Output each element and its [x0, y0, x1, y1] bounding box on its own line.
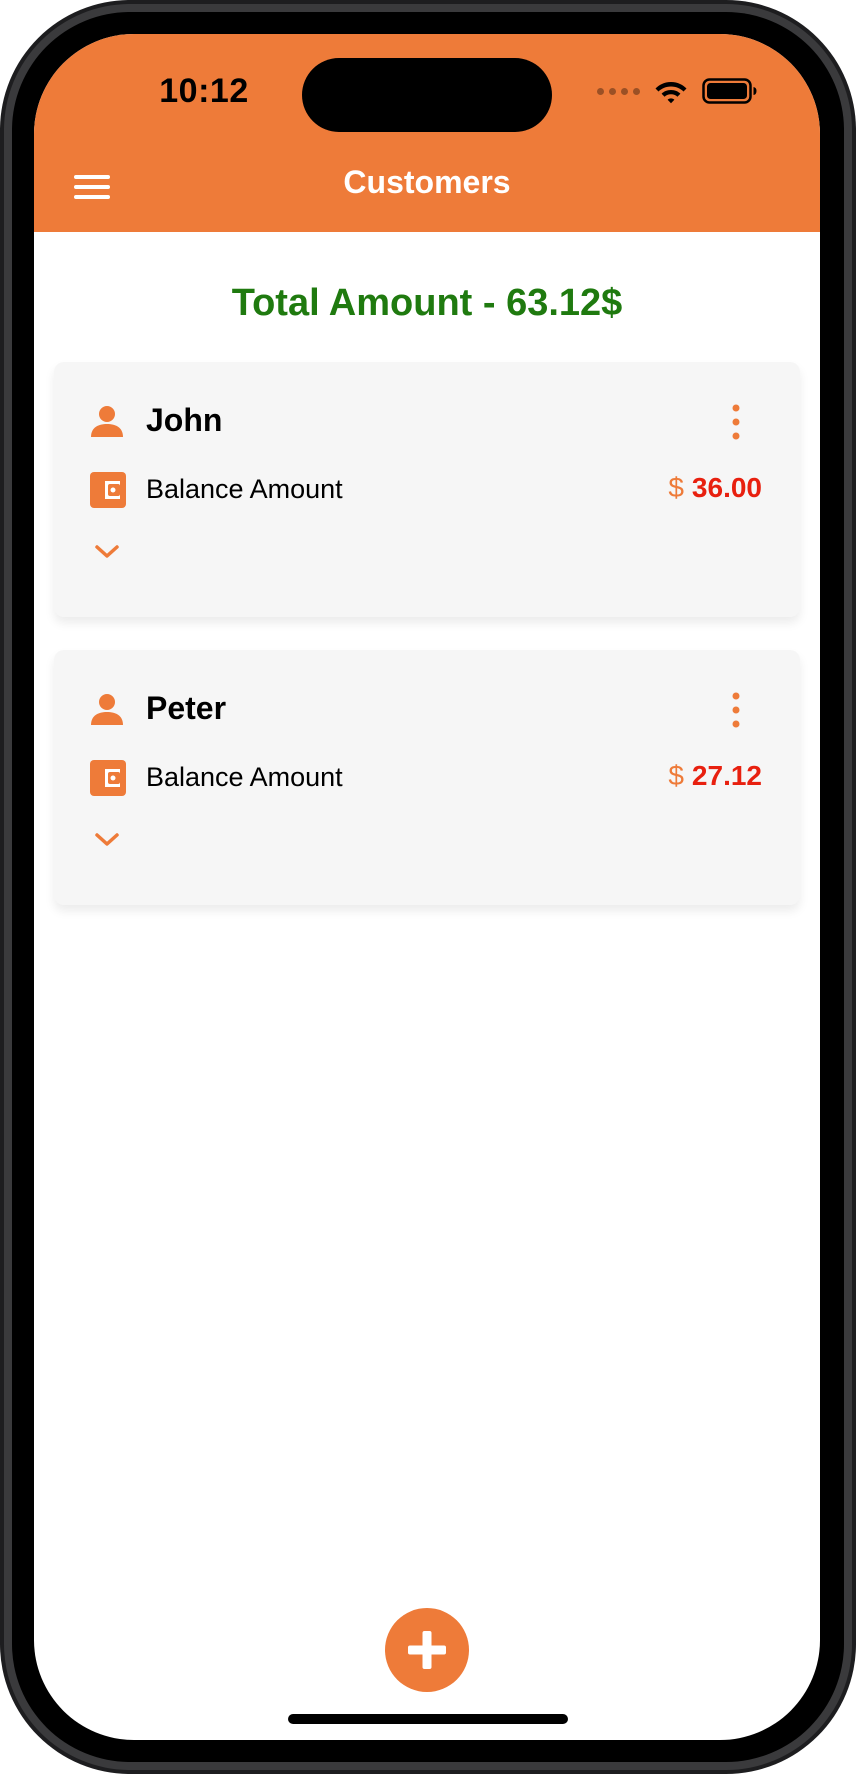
currency-symbol: $	[668, 760, 684, 791]
battery-icon	[702, 78, 757, 104]
phone-frame: 10:12 Customers Total Amount - 63.12$ Jo…	[0, 0, 856, 1774]
wifi-icon	[655, 82, 687, 104]
chevron-down-icon[interactable]	[92, 540, 122, 564]
home-indicator	[288, 1714, 568, 1724]
customer-name: John	[146, 402, 223, 438]
status-time: 10:12	[159, 72, 249, 110]
app-screen: 10:12 Customers Total Amount - 63.12$ Jo…	[34, 34, 820, 1740]
add-customer-button[interactable]	[385, 1608, 469, 1692]
balance-value: 36.00	[691, 472, 762, 503]
balance-label: Balance Amount	[146, 762, 343, 792]
more-vertical-icon[interactable]	[726, 692, 746, 728]
balance-amount: $ 27.12	[668, 760, 762, 792]
wallet-icon	[90, 760, 126, 796]
balance-label: Balance Amount	[146, 474, 343, 504]
more-vertical-icon[interactable]	[726, 404, 746, 440]
person-icon	[91, 694, 123, 725]
dynamic-island	[302, 58, 552, 132]
plus-icon	[408, 1631, 446, 1669]
wallet-icon	[90, 472, 126, 508]
total-amount: Total Amount - 63.12$	[231, 282, 623, 324]
balance-value: 27.12	[691, 760, 762, 791]
status-icons	[597, 78, 758, 104]
chevron-down-icon[interactable]	[92, 828, 122, 852]
balance-amount: $ 36.00	[668, 472, 762, 504]
person-icon	[91, 406, 123, 437]
currency-symbol: $	[668, 472, 684, 503]
page-title: Customers	[343, 164, 511, 200]
cellular-signal-icon	[597, 87, 640, 95]
customer-name: Peter	[146, 690, 227, 726]
customer-card[interactable]: Peter Balance Amount $ 27.12	[54, 650, 800, 905]
customer-card[interactable]: John Balance Amount $ 36.00	[54, 362, 800, 617]
app-header: 10:12 Customers	[34, 34, 820, 232]
